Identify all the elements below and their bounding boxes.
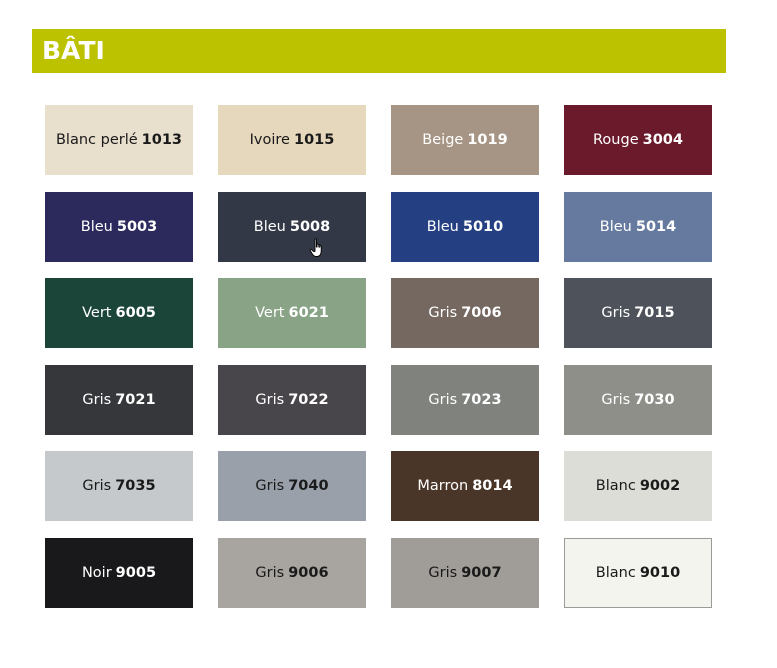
swatch-name: Bleu [426,219,459,235]
color-swatch-7023[interactable]: Gris 7023 [391,365,539,435]
swatch-name: Blanc [595,478,636,494]
swatch-code: 1019 [467,132,508,148]
color-swatch-7015[interactable]: Gris 7015 [564,278,712,348]
swatch-name: Gris [601,305,631,321]
swatch-code: 9002 [639,478,681,494]
swatch-code: 1015 [293,132,335,148]
swatch-code: 6005 [115,305,156,321]
color-swatch-1019[interactable]: Beige 1019 [391,105,539,175]
color-swatch-grid: Blanc perlé 1013 Ivoire 1015 Beige 1019 Rouge 3… [45,105,715,610]
swatch-name: Gris [255,392,285,408]
swatch-code: 8014 [472,478,513,494]
color-swatch-7006[interactable]: Gris 7006 [391,278,539,348]
color-swatch-3004[interactable]: Rouge 3004 [564,105,712,175]
color-swatch-7035[interactable]: Gris 7035 [45,451,193,521]
swatch-name: Rouge [593,132,639,148]
section-title: BÂTI [42,36,105,65]
swatch-name: Gris [82,478,112,494]
swatch-code: 9005 [115,565,157,581]
swatch-name: Blanc perlé [55,132,138,148]
color-swatch-5010[interactable]: Bleu 5010 [391,192,539,262]
section-header-bar: BÂTI [32,29,726,73]
swatch-name: Vert [255,305,285,321]
swatch-name: Bleu [253,219,286,235]
swatch-name: Bleu [599,219,632,235]
swatch-name: Beige [422,132,464,148]
color-swatch-7021[interactable]: Gris 7021 [45,365,193,435]
swatch-code: 5008 [289,219,331,235]
color-swatch-9010[interactable]: Blanc 9010 [564,538,712,608]
color-swatch-9002[interactable]: Blanc 9002 [564,451,712,521]
swatch-name: Marron [417,478,469,494]
swatch-name: Gris [255,565,285,581]
swatch-code: 7040 [288,478,329,494]
swatch-code: 7035 [115,478,156,494]
swatch-name: Blanc [595,565,636,581]
color-swatch-5003[interactable]: Bleu 5003 [45,192,193,262]
color-swatch-9006[interactable]: Gris 9006 [218,538,366,608]
color-swatch-7030[interactable]: Gris 7030 [564,365,712,435]
swatch-name: Vert [82,305,112,321]
swatch-code: 7022 [288,392,329,408]
color-swatch-1015[interactable]: Ivoire 1015 [218,105,366,175]
swatch-name: Gris [601,392,631,408]
color-swatch-5014[interactable]: Bleu 5014 [564,192,712,262]
swatch-code: 5010 [462,219,504,235]
swatch-name: Gris [255,478,285,494]
color-swatch-6005[interactable]: Vert 6005 [45,278,193,348]
swatch-code: 3004 [642,132,683,148]
swatch-name: Noir [81,565,112,581]
swatch-code: 1013 [141,132,183,148]
swatch-code: 6021 [288,305,329,321]
color-swatch-9005[interactable]: Noir 9005 [45,538,193,608]
swatch-code: 9007 [461,565,502,581]
swatch-name: Ivoire [249,132,290,148]
swatch-name: Gris [428,392,458,408]
swatch-code: 9010 [639,565,681,581]
swatch-code: 7030 [634,392,675,408]
swatch-code: 5014 [635,219,677,235]
swatch-code: 7021 [115,392,156,408]
color-swatch-9007[interactable]: Gris 9007 [391,538,539,608]
swatch-code: 7006 [461,305,502,321]
color-swatch-7040[interactable]: Gris 7040 [218,451,366,521]
swatch-code: 7023 [461,392,502,408]
color-swatch-7022[interactable]: Gris 7022 [218,365,366,435]
color-swatch-6021[interactable]: Vert 6021 [218,278,366,348]
swatch-code: 9006 [288,565,329,581]
swatch-code: 7015 [634,305,675,321]
swatch-name: Gris [428,305,458,321]
swatch-name: Gris [428,565,458,581]
color-swatch-1013[interactable]: Blanc perlé 1013 [45,105,193,175]
color-swatch-8014[interactable]: Marron 8014 [391,451,539,521]
swatch-code: 5003 [116,219,158,235]
swatch-name: Bleu [80,219,113,235]
color-swatch-5008[interactable]: Bleu 5008 [218,192,366,262]
swatch-name: Gris [82,392,112,408]
